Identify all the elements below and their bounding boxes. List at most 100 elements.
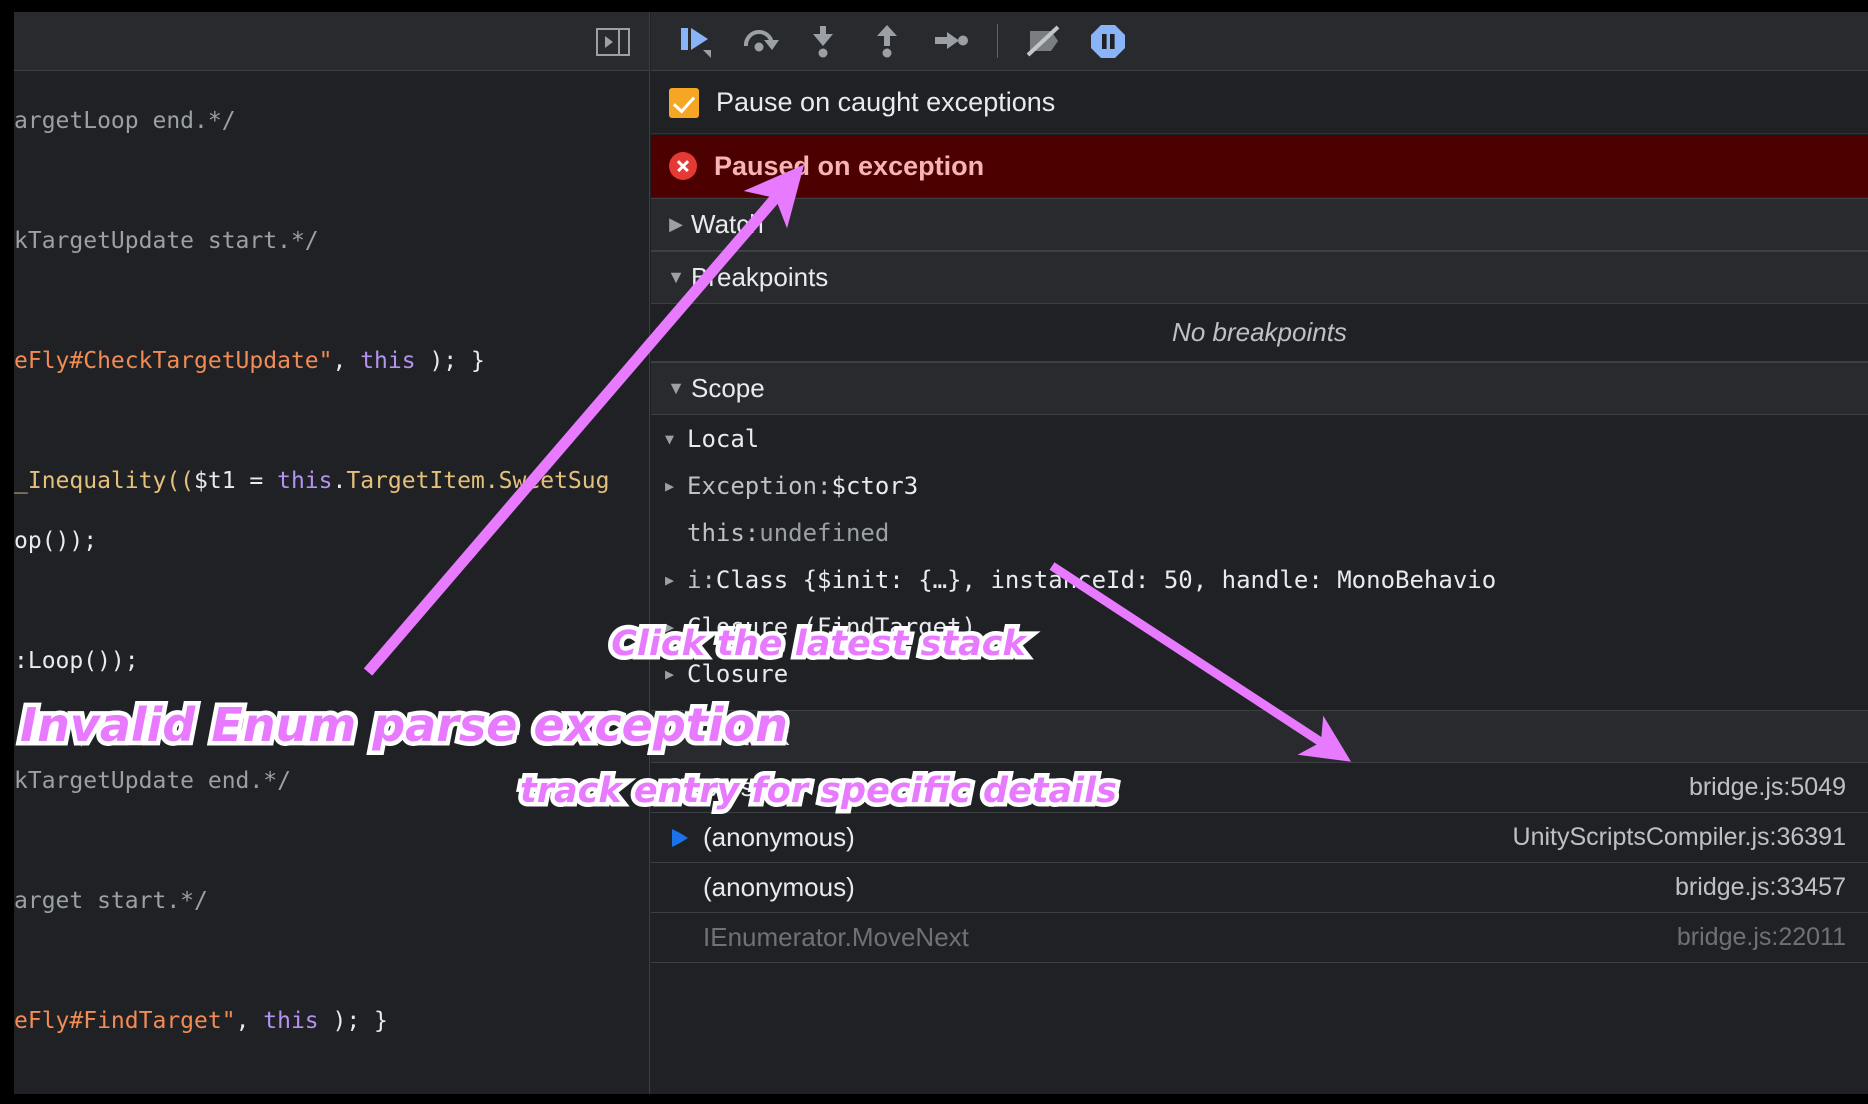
code-token: . [332,468,347,494]
scope-group-label: Closure [687,659,789,688]
devtools-panel: argetLoop end.*/ kTargetUpdate start.*/ … [14,12,1868,1094]
code-line: eFly#FindTarget", this ); } [14,991,649,1051]
breakpoints-label: Breakpoints [691,262,829,292]
toolbar-divider [997,24,998,58]
debugger-toolbar [651,12,1868,71]
pause-on-caught-checkbox[interactable] [669,87,699,118]
error-circle-icon [669,152,697,180]
section-call-stack[interactable]: ▼ all Stack [651,710,1868,763]
call-stack-location: bridge.js:22011 [1676,923,1846,951]
pause-on-caught-label: Pause on caught exceptions [716,87,1056,117]
chevron-right-icon: ▶ [665,664,675,683]
code-token: this [360,348,416,374]
chevron-right-icon: ▶ [665,570,675,589]
scope-variable-name: this: [687,518,760,547]
call-stack-location: UnityScriptsCompiler.js:36391 [1512,823,1846,851]
call-stack-function-name: (anonymous) [703,872,855,902]
scope-variable-name: i: [687,565,716,594]
call-stack-row[interactable]: IEnumerator.MoveNext bridge.js:22011 [651,913,1868,963]
scope-variable-value: undefined [759,518,890,547]
scope-label: Scope [691,373,765,403]
call-stack-location: bridge.js:33457 [1675,873,1846,901]
step-out-button[interactable] [855,18,919,64]
spacer-icon: ▶ [665,524,687,542]
scope-group[interactable]: ▶ Closure (FindTarget) [651,603,1868,650]
call-stack-function-name: IEnumerator.MoveNext [703,922,969,952]
call-stack-location: bridge.js:5049 [1688,773,1846,801]
watch-label: Watch [691,209,764,239]
current-frame-arrow-icon [665,826,695,850]
code-token: ); } [318,1008,388,1034]
debugger-sidebar: Pause on caught exceptions Paused on exc… [651,12,1868,1094]
code-token: eFly#CheckTargetUpdate" [14,348,333,374]
code-token: kTargetUpdate end.*/ [14,768,291,794]
section-breakpoints[interactable]: ▼ Breakpoints [651,251,1868,304]
section-watch[interactable]: ▶ Watch [651,198,1868,251]
pause-on-exceptions-button[interactable] [1076,18,1140,64]
call-stack-function-name: (anonymous) [703,822,855,852]
code-token: argetLoop end.*/ [14,108,236,134]
resume-button[interactable] [663,18,727,64]
chevron-right-icon: ▶ [665,617,675,636]
editor-toolbar [14,12,649,71]
code-token: eFly#FindTarget" [14,1008,236,1034]
code-token: _Inequality(( [14,468,195,494]
code-token: this [277,468,333,494]
scope-group[interactable]: ▶ Closure [651,650,1868,697]
code-line: eFly#CheckTargetUpdate", this ); } [14,331,649,391]
scope-variable-name: Exception: [687,471,832,500]
code-line: :Loop()); [14,631,649,691]
call-stack-row[interactable]: (anonymous) bridge.js:33457 [651,863,1868,913]
step-into-button[interactable] [791,18,855,64]
code-line: _Inequality(($t1 = this.TargetItem.Sweet… [14,451,649,511]
code-line: op()); [14,511,649,571]
call-stack-label: all Stack [691,721,790,751]
code-token: :Loop()); [14,648,139,674]
code-token: , [235,1008,264,1034]
code-token: this [263,1008,319,1034]
show-navigator-icon[interactable] [593,28,633,56]
code-token: , [332,348,361,374]
scope-variable-value: Class {$init: {…}, instanceId: 50, handl… [715,565,1497,594]
paused-on-exception-banner: Paused on exception [651,135,1868,197]
call-stack-row[interactable]: (anonymous) UnityScriptsCompiler.js:36391 [651,813,1868,863]
step-button[interactable] [919,18,983,64]
code-token: ); } [415,348,485,374]
no-breakpoints-message: No breakpoints [651,304,1868,362]
chevron-down-icon: ▼ [665,726,683,746]
scope-variable-row[interactable]: ▶ i: Class {$init: {…}, instanceId: 50, h… [651,556,1868,603]
step-over-button[interactable] [727,18,791,64]
scope-group-label: Closure (FindTarget) [687,612,976,641]
chevron-down-icon: ▼ [667,267,685,287]
code-token: kTargetUpdate start.*/ [14,228,319,254]
code-line: kTargetUpdate end.*/ [14,751,649,811]
source-code[interactable]: argetLoop end.*/ kTargetUpdate start.*/ … [14,71,649,1094]
section-scope[interactable]: ▼ Scope [651,362,1868,415]
call-stack-function-name: parse [703,772,769,802]
scope-group-label: Local [687,424,760,453]
scope-variable-row[interactable]: ▶this: undefined [651,509,1868,556]
code-line: kTargetUpdate start.*/ [14,211,649,271]
scope-group[interactable]: ▼ Local [651,415,1868,462]
chevron-down-icon: ▼ [667,378,685,398]
chevron-down-icon: ▼ [665,429,675,448]
paused-banner-label: Paused on exception [714,150,985,181]
screenshot-root: argetLoop end.*/ kTargetUpdate start.*/ … [0,0,1868,1104]
scope-variable-row[interactable]: ▶ Exception: $ctor3 [651,462,1868,509]
source-editor-pane: argetLoop end.*/ kTargetUpdate start.*/ … [14,12,650,1094]
deactivate-breakpoints-button[interactable] [1012,18,1076,64]
code-token: TargetItem.SweetSug [346,468,610,494]
pause-on-caught-exceptions-row[interactable]: Pause on caught exceptions [651,72,1868,134]
call-stack-list[interactable]: parse bridge.js:5049 (anonymous) UnityScrip… [651,763,1868,963]
chevron-right-icon: ▶ [669,214,683,234]
call-stack-row[interactable]: parse bridge.js:5049 [651,763,1868,813]
code-line: argetLoop end.*/ [14,91,649,151]
scope-variable-value: $ctor3 [831,471,919,500]
